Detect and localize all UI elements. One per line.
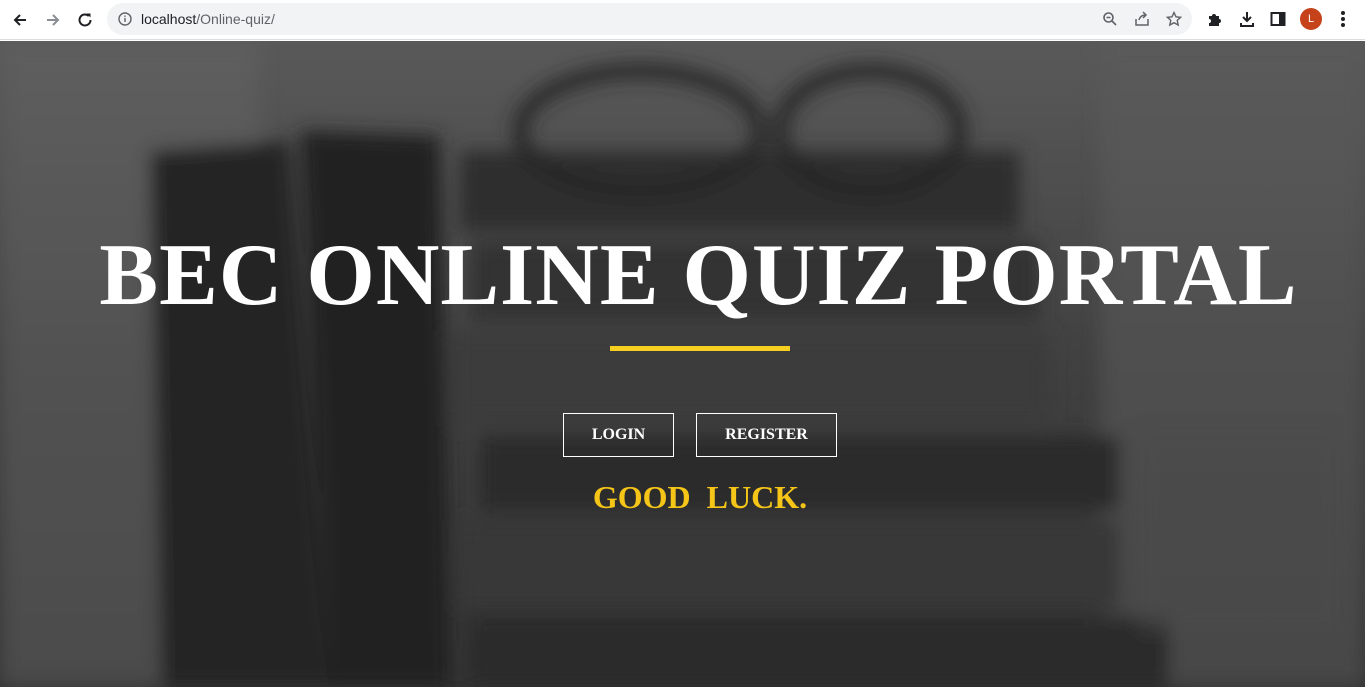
reload-icon <box>78 13 92 27</box>
bookmark-star-icon[interactable] <box>1165 10 1183 28</box>
tagline: GOOD LUCK. <box>592 479 808 515</box>
menu-button[interactable] <box>1333 9 1353 29</box>
back-arrow-icon <box>13 14 26 26</box>
zoom-icon[interactable] <box>1101 10 1119 28</box>
url-text[interactable]: localhost/Online-quiz/ <box>141 10 275 28</box>
kebab-menu-icon <box>1341 11 1345 27</box>
url-host: localhost <box>141 11 197 27</box>
forward-button[interactable] <box>41 8 65 32</box>
title-underline <box>610 346 790 351</box>
login-button[interactable]: LOGIN <box>563 413 674 457</box>
downloads-button[interactable] <box>1237 9 1257 29</box>
page-viewport: BEC ONLINE QUIZ PORTAL LOGIN REGISTER GO… <box>0 41 1365 687</box>
browser-toolbar: localhost/Online-quiz/ L <box>0 0 1365 40</box>
puzzle-icon <box>1209 14 1221 26</box>
url-path: /Online-quiz/ <box>196 11 275 27</box>
page-title: BEC ONLINE QUIZ PORTAL <box>99 227 1298 324</box>
back-button[interactable] <box>8 8 32 32</box>
download-icon <box>1240 12 1254 27</box>
profile-avatar[interactable]: L <box>1300 8 1322 30</box>
side-panel-button[interactable] <box>1268 9 1288 29</box>
register-button[interactable]: REGISTER <box>696 413 837 457</box>
forward-arrow-icon <box>47 14 60 26</box>
share-icon[interactable] <box>1133 10 1151 28</box>
extensions-button[interactable] <box>1205 9 1225 29</box>
site-info-icon[interactable] <box>117 11 133 27</box>
background-books-image <box>0 41 1365 687</box>
address-bar[interactable]: localhost/Online-quiz/ <box>107 3 1192 35</box>
reload-button[interactable] <box>73 8 97 32</box>
side-panel-icon <box>1270 12 1286 26</box>
